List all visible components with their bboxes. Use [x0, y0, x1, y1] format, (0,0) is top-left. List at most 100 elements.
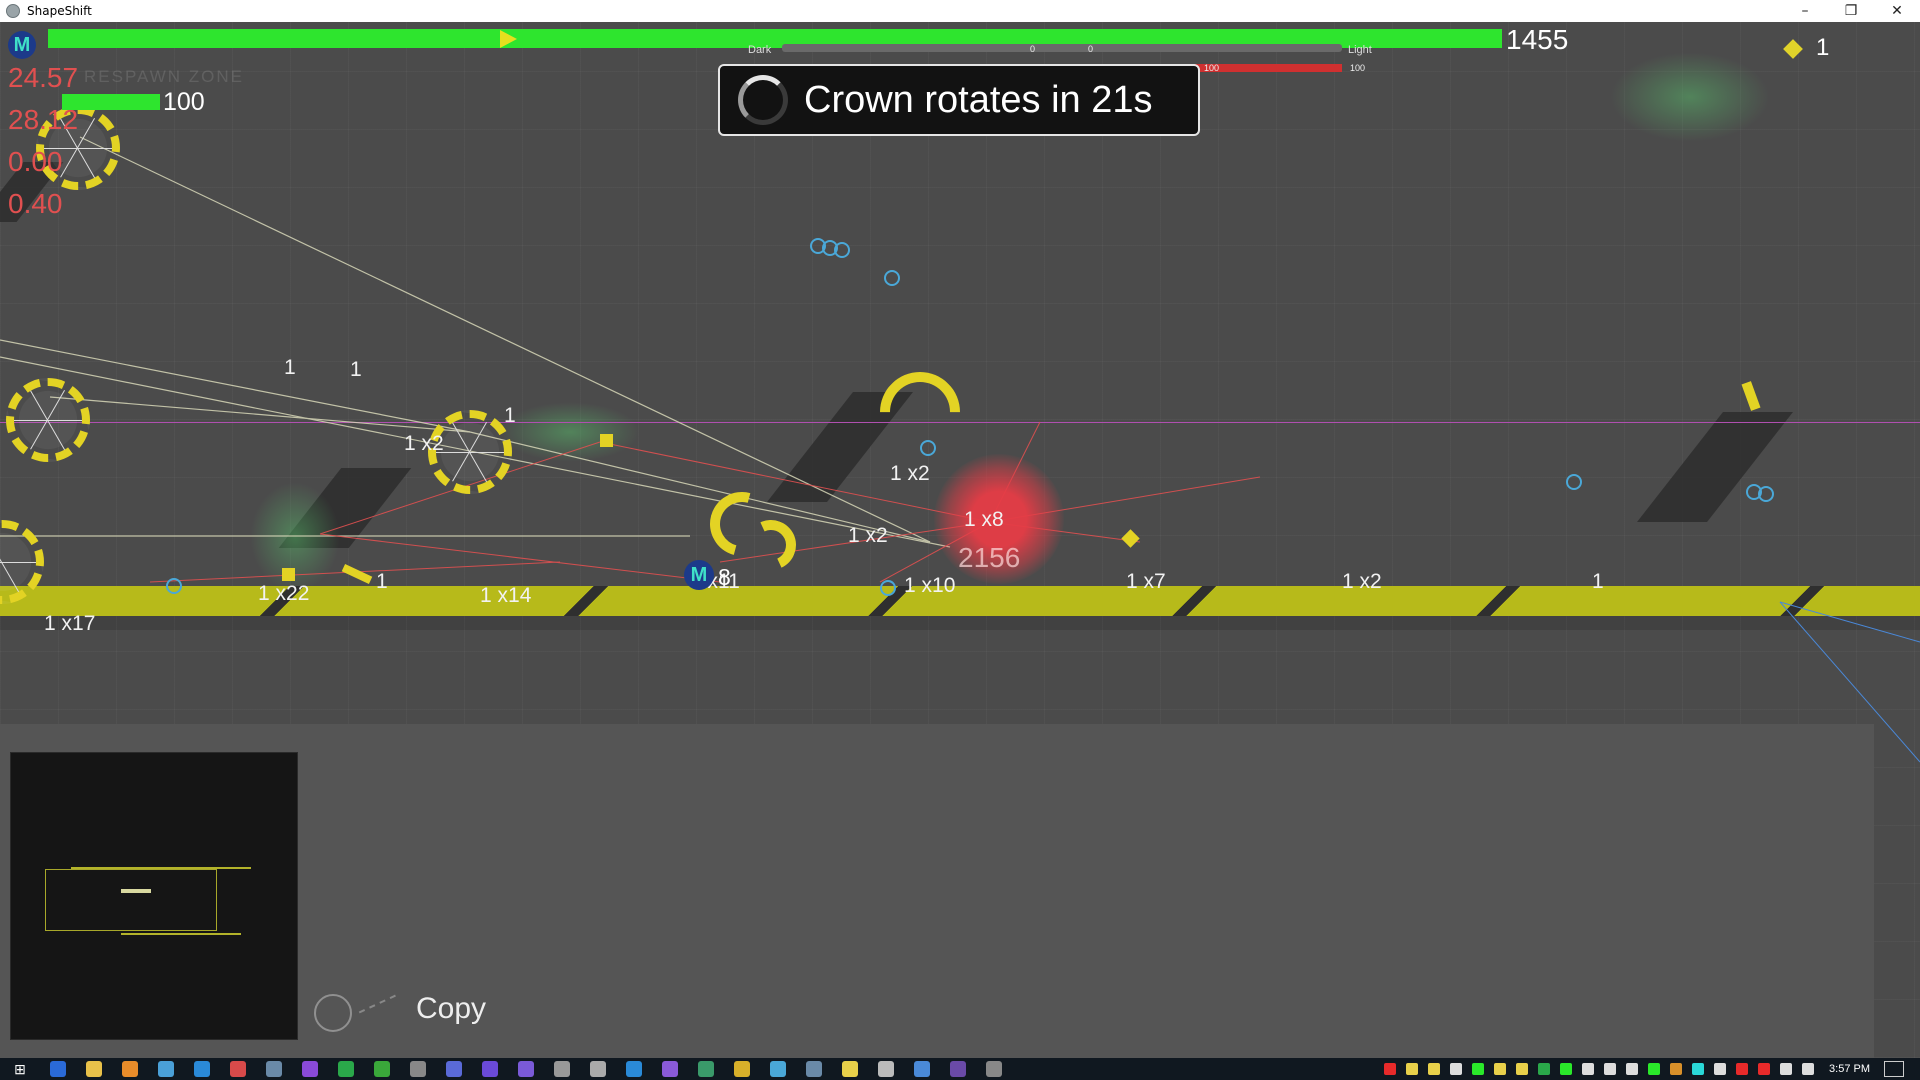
minimap-ground: [71, 867, 251, 869]
player-badge-icon: M: [8, 31, 36, 59]
gem-count: 1: [1816, 34, 1830, 61]
combo-label: 1 x14: [480, 584, 532, 607]
minimap-player-cluster: [121, 889, 151, 893]
taskbar-app-icon[interactable]: [194, 1061, 210, 1077]
taskbar-clock[interactable]: 3:57 PM: [1829, 1063, 1870, 1075]
taskbar-app-icon[interactable]: [914, 1061, 930, 1077]
restore-button[interactable]: ❐: [1828, 0, 1874, 22]
tray-icon[interactable]: [1582, 1063, 1595, 1075]
os-taskbar: ⊞ 3:57 PM: [0, 1058, 1920, 1080]
taskbar-app-icon[interactable]: [554, 1061, 570, 1077]
tray-icon[interactable]: [1494, 1063, 1507, 1075]
light-label: Light: [1348, 44, 1372, 56]
taskbar-app-icon[interactable]: [878, 1061, 894, 1077]
tray-icon[interactable]: [1692, 1063, 1705, 1075]
stat-value: 0.00: [8, 146, 63, 177]
taskbar-app-icon[interactable]: [626, 1061, 642, 1077]
window-title: ShapeShift: [27, 4, 92, 18]
tray-icon[interactable]: [1802, 1063, 1815, 1075]
taskbar-apps: [40, 1061, 1012, 1077]
yellow-shard: [282, 568, 295, 581]
tray-icon[interactable]: [1714, 1063, 1727, 1075]
combo-label: 1: [1592, 570, 1604, 593]
blue-ring-enemy: [920, 440, 936, 456]
tray-icon[interactable]: [1626, 1063, 1639, 1075]
combo-label: 1 x10: [904, 574, 956, 597]
taskbar-app-icon[interactable]: [50, 1061, 66, 1077]
taskbar-app-icon[interactable]: [662, 1061, 678, 1077]
minimize-button[interactable]: –: [1782, 0, 1828, 22]
loading-spinner-icon: [738, 75, 788, 125]
tray-icon[interactable]: [1406, 1063, 1419, 1075]
taskbar-app-icon[interactable]: [770, 1061, 786, 1077]
player-ball-number: 8: [718, 564, 731, 590]
combo-label: 1 x17: [44, 612, 96, 635]
combo-label: 1 x2: [848, 524, 888, 547]
crown-rotation-banner: Crown rotates in 21s: [718, 64, 1200, 136]
yellow-shard: [600, 434, 613, 447]
taskbar-app-icon[interactable]: [842, 1061, 858, 1077]
health-marker-icon: [500, 30, 517, 48]
taskbar-app-icon[interactable]: [518, 1061, 534, 1077]
blue-ring-enemy: [884, 270, 900, 286]
blue-ring-enemy: [1566, 474, 1582, 490]
taskbar-app-icon[interactable]: [122, 1061, 138, 1077]
combo-label: 1 x22: [258, 582, 310, 605]
minimap-ground: [121, 933, 241, 935]
taskbar-app-icon[interactable]: [806, 1061, 822, 1077]
blue-ring-enemy: [1758, 486, 1774, 502]
taskbar-app-icon[interactable]: [158, 1061, 174, 1077]
combo-label: 1 x7: [1126, 570, 1166, 593]
tray-icon[interactable]: [1736, 1063, 1749, 1075]
taskbar-app-icon[interactable]: [86, 1061, 102, 1077]
tray-icon[interactable]: [1648, 1063, 1661, 1075]
copy-ability-icon: [314, 994, 352, 1032]
tray-icon[interactable]: [1428, 1063, 1441, 1075]
tray-icon[interactable]: [1472, 1063, 1485, 1075]
combo-label: 1 x8: [964, 508, 1004, 531]
window-titlebar: ShapeShift – ❐ ✕: [0, 0, 1920, 22]
taskbar-app-icon[interactable]: [302, 1061, 318, 1077]
minimap-arena-outline: [45, 869, 217, 931]
tray-icon[interactable]: [1538, 1063, 1551, 1075]
light-meter-mid: 100: [1204, 63, 1220, 73]
tray-icon[interactable]: [1516, 1063, 1529, 1075]
tray-icon[interactable]: [1450, 1063, 1463, 1075]
start-button[interactable]: ⊞: [0, 1058, 40, 1080]
tray-icon[interactable]: [1560, 1063, 1573, 1075]
tray-icon[interactable]: [1758, 1063, 1771, 1075]
blue-ring-enemy: [880, 580, 896, 596]
minimap[interactable]: [10, 752, 298, 1040]
taskbar-app-icon[interactable]: [986, 1061, 1002, 1077]
stat-value: 24.57: [8, 62, 79, 93]
combo-label: 1 x2: [404, 432, 444, 455]
taskbar-app-icon[interactable]: [230, 1061, 246, 1077]
combo-label: 1: [284, 356, 296, 379]
taskbar-app-icon[interactable]: [482, 1061, 498, 1077]
taskbar-app-icon[interactable]: [698, 1061, 714, 1077]
taskbar-app-icon[interactable]: [266, 1061, 282, 1077]
app-icon: [6, 4, 20, 18]
tray-icon[interactable]: [1670, 1063, 1683, 1075]
dark-light-upper-left: 0: [1030, 44, 1036, 54]
taskbar-app-icon[interactable]: [410, 1061, 426, 1077]
tray-icon[interactable]: [1780, 1063, 1793, 1075]
tray-icon[interactable]: [1604, 1063, 1617, 1075]
crown-banner-text: Crown rotates in 21s: [804, 78, 1153, 121]
taskbar-app-icon[interactable]: [950, 1061, 966, 1077]
game-viewport[interactable]: 2156 1 x2 1 x2 1 x8 1 x2 1 x22 1 x14 1 x…: [0, 22, 1920, 1058]
combo-label: 1 x2: [890, 462, 930, 485]
damage-number: 2156: [958, 542, 1021, 573]
combo-label: 1: [504, 404, 516, 427]
taskbar-app-icon[interactable]: [338, 1061, 354, 1077]
taskbar-app-icon[interactable]: [374, 1061, 390, 1077]
sub-health-value: 100: [163, 88, 205, 116]
taskbar-app-icon[interactable]: [446, 1061, 462, 1077]
combo-label: 1: [350, 358, 362, 381]
taskbar-app-icon[interactable]: [734, 1061, 750, 1077]
zone-label: RESPAWN ZONE: [84, 67, 245, 86]
notification-icon[interactable]: [1884, 1061, 1904, 1077]
taskbar-app-icon[interactable]: [590, 1061, 606, 1077]
close-button[interactable]: ✕: [1874, 0, 1920, 22]
tray-icon[interactable]: [1384, 1063, 1397, 1075]
